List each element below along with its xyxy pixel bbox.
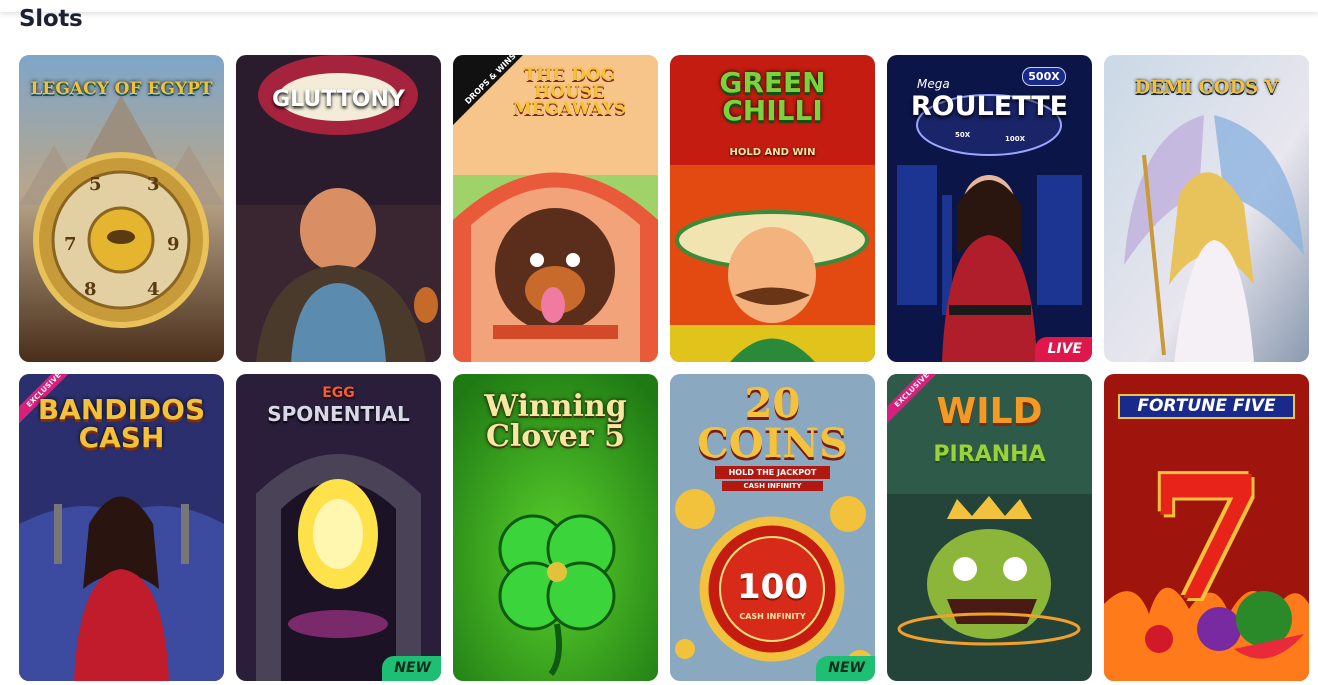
game-title: LEGACY OF EGYPT [30,79,213,99]
game-tile-mega-roulette[interactable]: Mega ROULETTE 500x 50x 100x LIVE [887,55,1092,362]
game-tile-legacy-of-egypt[interactable]: 5 3 7 9 8 4 LEGACY OF EGYPT [19,55,224,362]
new-badge: NEW [382,656,441,681]
game-title-small: EGG [322,385,355,401]
game-title: FORTUNE FIVE [1118,394,1295,419]
game-art: 5 3 7 9 8 4 [19,55,224,362]
game-tile-wild-piranha[interactable]: EXCLUSIVE WILD PIRANHA [887,374,1092,681]
new-badge: NEW [816,656,875,681]
game-subtitle: HOLD AND WIN [729,147,816,158]
game-title: GLUTTONY [272,87,405,112]
game-title: WILD [936,391,1043,432]
top-bar [0,0,1318,12]
multiplier-badge: 500x [1022,67,1066,86]
game-subtitle: HOLD THE JACKPOT [715,466,830,479]
game-tile-egg-sponential[interactable]: EGG SPONENTIAL NEW [236,374,441,681]
game-title: 20 COINS [697,380,848,467]
game-tile-bandidos-cash[interactable]: EXCLUSIVE BANDIDOS CASH [19,374,224,681]
game-title-2: PIRANHA [933,442,1046,467]
game-title: THE DOG HOUSE MEGAWAYS [512,65,627,119]
svg-text:7: 7 [64,234,77,255]
game-title: SPONENTIAL [267,402,410,426]
game-tile-fortune-five[interactable]: FORTUNE FIVE 7 [1104,374,1309,681]
game-tile-demi-gods-v[interactable]: DEMI GODS V [1104,55,1309,362]
game-title: ROULETTE [910,91,1069,122]
svg-text:3: 3 [147,174,160,195]
game-pretitle: Mega [917,77,950,91]
games-grid: 5 3 7 9 8 4 LEGACY OF EGYPT GLUTTONY DRO… [19,55,1309,681]
svg-text:4: 4 [147,279,160,300]
game-tile-dog-house-megaways[interactable]: DROPS & WINS THE DOG HOUSE MEGAWAYS [453,55,658,362]
svg-text:9: 9 [167,234,180,255]
coin-caption: CASH INFINITY [739,612,806,621]
live-badge: LIVE [1035,337,1092,362]
wheel-value-2: 100x [1005,135,1026,143]
game-title: GREEN CHILLI [719,66,826,127]
coin-value: 100 [737,567,808,607]
game-tile-gluttony[interactable]: GLUTTONY [236,55,441,362]
game-tile-20-coins[interactable]: 20 COINS HOLD THE JACKPOT CASH INFINITY … [670,374,875,681]
svg-text:5: 5 [89,174,102,195]
big-seven: 7 [1147,439,1266,639]
game-tile-winning-clover-5[interactable]: Winning Clover 5 [453,374,658,681]
svg-text:8: 8 [84,279,97,300]
wheel-value-1: 50x [955,131,971,139]
game-tile-green-chilli[interactable]: GREEN CHILLI HOLD AND WIN [670,55,875,362]
game-art [1104,55,1309,362]
game-title: Winning Clover 5 [484,389,627,454]
game-title: BANDIDOS CASH [37,393,206,454]
section-title: Slots [19,6,83,32]
game-subtitle-2: CASH INFINITY [722,481,823,491]
game-title: DEMI GODS V [1134,77,1279,98]
